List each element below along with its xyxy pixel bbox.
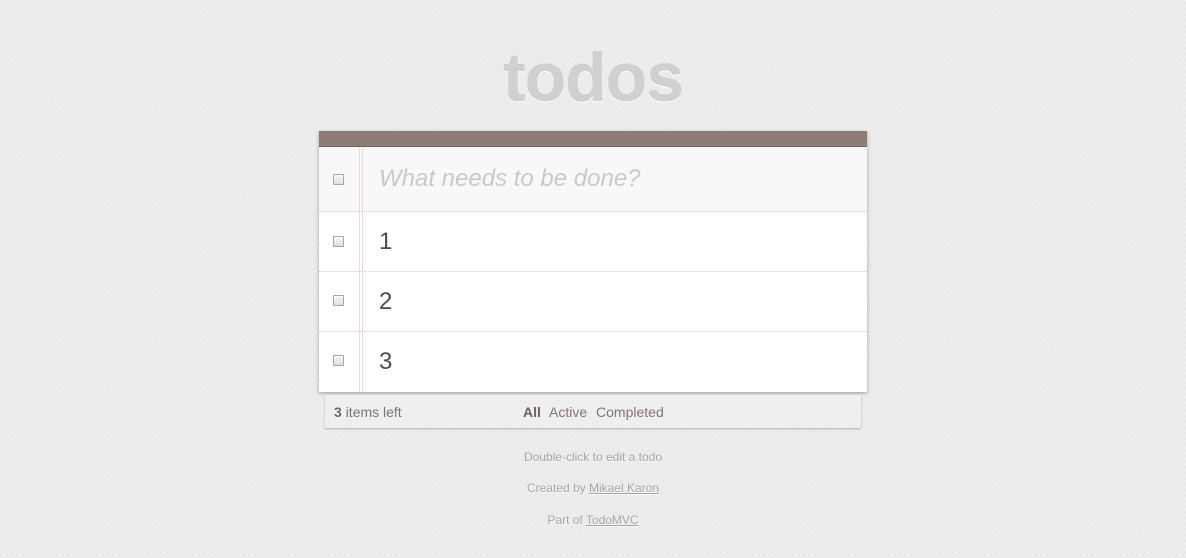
todo-count-label: items left xyxy=(345,404,402,420)
filter-all-link[interactable]: All xyxy=(523,404,541,420)
new-todo-input[interactable] xyxy=(379,161,849,197)
filters: All Active Completed xyxy=(523,404,669,420)
todo-label[interactable]: 3 xyxy=(379,347,392,377)
credits-prefix: Created by xyxy=(526,481,586,495)
new-todo-row xyxy=(319,147,867,212)
edit-hint: Double-click to edit a todo xyxy=(0,450,1186,464)
author-link[interactable]: Mikael Karon xyxy=(589,481,659,495)
todo-item[interactable]: 1 xyxy=(319,212,867,272)
project-link[interactable]: TodoMVC xyxy=(586,513,639,527)
header-bar xyxy=(319,131,867,147)
margin-line xyxy=(359,147,360,392)
todo-item[interactable]: 2 xyxy=(319,272,867,332)
filter-completed-link[interactable]: Completed xyxy=(596,404,664,420)
credits: Created by Mikael Karon xyxy=(0,481,1186,495)
project-prefix: Part of xyxy=(547,513,583,527)
todo-footer: 3 items left All Active Completed xyxy=(325,395,861,428)
todo-toggle-checkbox[interactable] xyxy=(333,295,344,306)
todo-toggle-checkbox[interactable] xyxy=(333,355,344,366)
todo-count-number: 3 xyxy=(334,404,342,420)
toggle-all-checkbox[interactable] xyxy=(333,174,344,185)
todo-app: 1 2 3 xyxy=(319,131,867,392)
project-info: Part of TodoMVC xyxy=(0,513,1186,527)
margin-line xyxy=(362,147,363,392)
edit-hint-text: Double-click to edit a todo xyxy=(523,450,663,464)
todo-count: 3 items left xyxy=(334,404,402,420)
todo-label[interactable]: 2 xyxy=(379,287,392,317)
todo-toggle-checkbox[interactable] xyxy=(333,236,344,247)
todo-label[interactable]: 1 xyxy=(379,227,392,257)
todo-item[interactable]: 3 xyxy=(319,332,867,392)
app-title: todos xyxy=(502,40,684,116)
filter-active-link[interactable]: Active xyxy=(549,404,587,420)
